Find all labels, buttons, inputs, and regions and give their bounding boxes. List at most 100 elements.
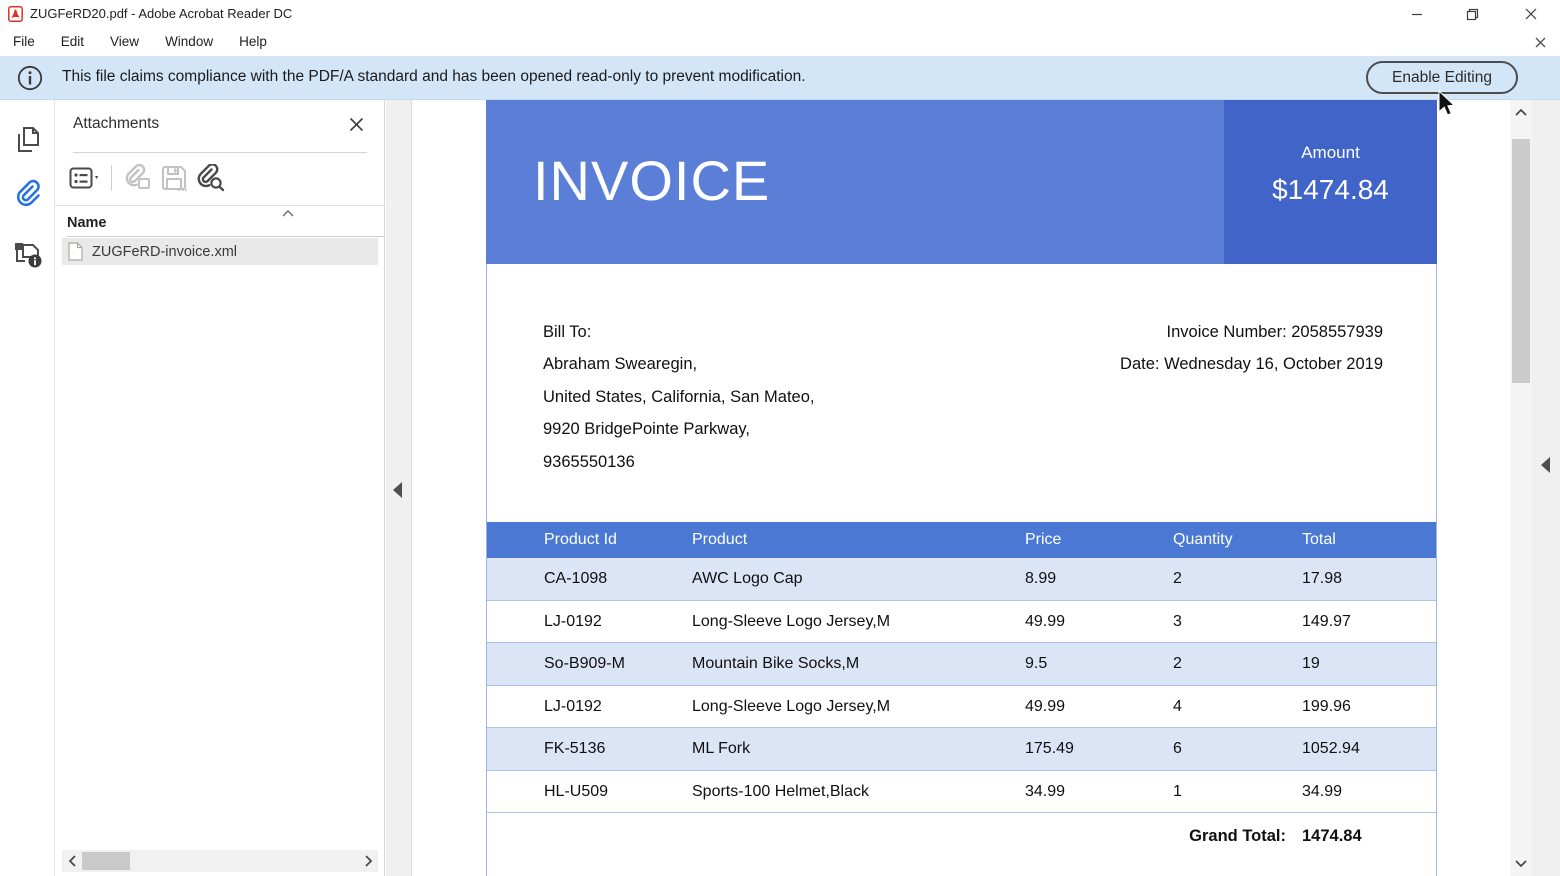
bill-to-label: Bill To:	[543, 316, 814, 348]
right-panel-strip[interactable]	[1532, 100, 1560, 876]
scroll-up-icon[interactable]	[1510, 102, 1532, 122]
collapse-panel-icon[interactable]	[393, 482, 402, 498]
scroll-right-icon[interactable]	[360, 850, 376, 872]
cell-product-id: FK-5136	[544, 728, 605, 771]
notification-message: This file claims compliance with the PDF…	[62, 68, 806, 86]
amount-label: Amount	[1224, 143, 1437, 163]
table-row: LJ-0192 Long-Sleeve Logo Jersey,M 49.99 …	[487, 601, 1436, 644]
toolbar-separator	[111, 165, 112, 191]
title-bar: ZUGFeRD20.pdf - Adobe Acrobat Reader DC	[0, 0, 1560, 28]
cell-price: 9.5	[1025, 643, 1047, 686]
cell-quantity: 2	[1173, 558, 1182, 601]
menu-view[interactable]: View	[97, 28, 152, 56]
cell-product-id: LJ-0192	[544, 686, 602, 729]
bill-to-line: Abraham Swearegin,	[543, 348, 814, 380]
invoice-title: INVOICE	[533, 148, 770, 213]
menu-help[interactable]: Help	[226, 28, 280, 56]
grand-total-row: Grand Total: 1474.84	[487, 813, 1436, 876]
col-quantity: Quantity	[1173, 522, 1233, 558]
panel-divider	[55, 205, 385, 206]
attachments-panel-title: Attachments	[73, 115, 159, 133]
acrobat-app-icon	[8, 6, 23, 22]
page-thumbnails-icon[interactable]	[9, 121, 47, 159]
open-attachment-icon	[122, 162, 154, 194]
document-viewport: INVOICE Amount $1474.84 Bill To: Abraham…	[413, 100, 1510, 876]
grand-total-value: 1474.84	[1302, 827, 1362, 846]
cell-product-id: LJ-0192	[544, 601, 602, 644]
invoice-meta-block: Invoice Number: 2058557939 Date: Wednesd…	[1120, 316, 1383, 381]
attachment-file-name: ZUGFeRD-invoice.xml	[92, 244, 237, 260]
col-price: Price	[1025, 522, 1061, 558]
expand-right-panel-icon[interactable]	[1541, 457, 1550, 473]
navigation-rail	[0, 100, 55, 876]
cell-product-id: CA-1098	[544, 558, 607, 601]
scroll-left-icon[interactable]	[64, 850, 80, 872]
scroll-down-icon[interactable]	[1510, 854, 1532, 874]
amount-box: Amount $1474.84	[1224, 100, 1437, 264]
cell-product-id: HL-U509	[544, 771, 608, 814]
attachments-panel: Attachments Name	[55, 100, 385, 876]
bill-to-line: 9920 BridgePointe Parkway,	[543, 413, 814, 445]
cell-total: 1052.94	[1302, 728, 1360, 771]
close-window-button[interactable]	[1508, 0, 1554, 28]
cell-total: 19	[1302, 643, 1320, 686]
col-total: Total	[1302, 522, 1336, 558]
cell-quantity: 2	[1173, 643, 1182, 686]
panel-divider	[73, 152, 367, 153]
cell-price: 34.99	[1025, 771, 1065, 814]
invoice-body: Bill To: Abraham Swearegin, United State…	[486, 264, 1437, 876]
horizontal-scroll-thumb[interactable]	[82, 852, 130, 870]
cell-product: Mountain Bike Socks,M	[692, 643, 859, 686]
panel-horizontal-scrollbar[interactable]	[62, 850, 378, 872]
table-row: LJ-0192 Long-Sleeve Logo Jersey,M 49.99 …	[487, 686, 1436, 729]
window-title: ZUGFeRD20.pdf - Adobe Acrobat Reader DC	[30, 6, 292, 21]
cell-product: AWC Logo Cap	[692, 558, 803, 601]
table-header-row: Product Id Product Price Quantity Total	[487, 522, 1436, 558]
cell-product: Long-Sleeve Logo Jersey,M	[692, 601, 890, 644]
invoice-number: Invoice Number: 2058557939	[1120, 316, 1383, 348]
table-row: HL-U509 Sports-100 Helmet,Black 34.99 1 …	[487, 771, 1436, 814]
minimize-button[interactable]	[1394, 0, 1440, 28]
cell-quantity: 4	[1173, 686, 1182, 729]
attachments-paperclip-icon[interactable]	[9, 174, 47, 212]
invoice-table: Product Id Product Price Quantity Total …	[487, 522, 1436, 813]
bill-to-line: United States, California, San Mateo,	[543, 381, 814, 413]
cell-quantity: 3	[1173, 601, 1182, 644]
menu-bar: File Edit View Window Help	[0, 28, 1560, 56]
cell-total: 34.99	[1302, 771, 1342, 814]
attachment-list-item[interactable]: ZUGFeRD-invoice.xml	[62, 238, 378, 265]
cell-price: 175.49	[1025, 728, 1074, 771]
cell-total: 149.97	[1302, 601, 1351, 644]
grand-total-label: Grand Total:	[1189, 827, 1286, 846]
pdfa-notification-bar: This file claims compliance with the PDF…	[0, 56, 1560, 100]
cell-product: Long-Sleeve Logo Jersey,M	[692, 686, 890, 729]
cell-total: 17.98	[1302, 558, 1342, 601]
sort-ascending-icon	[281, 209, 295, 218]
cell-quantity: 6	[1173, 728, 1182, 771]
vertical-scroll-thumb[interactable]	[1512, 139, 1530, 383]
panel-collapse-strip[interactable]	[386, 100, 412, 876]
amount-value: $1474.84	[1224, 174, 1437, 206]
table-row: CA-1098 AWC Logo Cap 8.99 2 17.98	[487, 558, 1436, 601]
options-list-icon[interactable]	[69, 162, 101, 194]
menu-file[interactable]: File	[0, 28, 48, 56]
cell-product: Sports-100 Helmet,Black	[692, 771, 869, 814]
table-row: So-B909-M Mountain Bike Socks,M 9.5 2 19	[487, 643, 1436, 686]
bill-to-line: 9365550136	[543, 446, 814, 478]
name-column-label: Name	[67, 215, 107, 231]
close-panel-icon[interactable]	[343, 111, 369, 137]
cell-product-id: So-B909-M	[544, 643, 625, 686]
menu-edit[interactable]: Edit	[48, 28, 97, 56]
cell-price: 8.99	[1025, 558, 1056, 601]
restore-button[interactable]	[1449, 0, 1495, 28]
menu-window[interactable]: Window	[152, 28, 226, 56]
cell-price: 49.99	[1025, 601, 1065, 644]
attachments-name-header[interactable]: Name	[67, 207, 385, 237]
pdf-page: INVOICE Amount $1474.84 Bill To: Abraham…	[486, 100, 1437, 876]
search-attachments-icon[interactable]	[194, 162, 226, 194]
close-document-icon[interactable]	[1526, 28, 1554, 56]
document-vertical-scrollbar[interactable]	[1510, 100, 1532, 876]
model-tree-icon[interactable]	[9, 234, 47, 272]
xml-file-icon	[68, 242, 83, 261]
cell-total: 199.96	[1302, 686, 1351, 729]
